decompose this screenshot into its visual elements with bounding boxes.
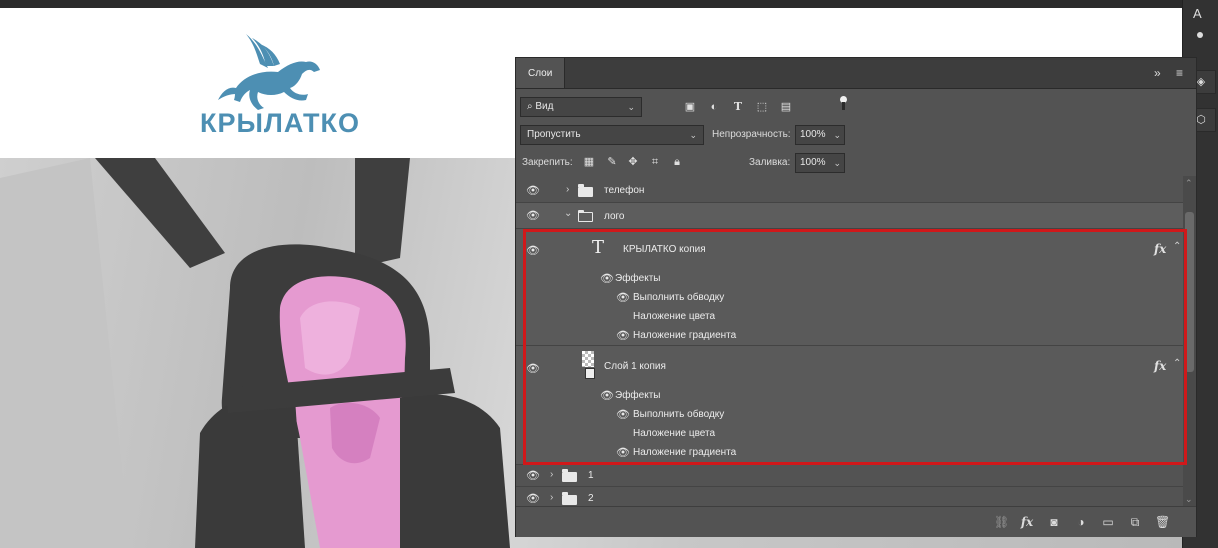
text-layer-thumbnail-icon: T bbox=[592, 237, 605, 258]
layer-name: телефон bbox=[604, 185, 645, 196]
chevron-up-icon[interactable]: ⌃ bbox=[1173, 358, 1181, 369]
layer-row-text[interactable]: 👁︎ T КРЫЛАТКО копия fx ⌃ 👁︎ Эффекты 👁︎ В… bbox=[516, 229, 1183, 346]
add-layer-style-icon[interactable]: fx bbox=[1020, 515, 1034, 529]
filter-pixel-icon[interactable]: ▣ bbox=[683, 100, 697, 114]
effect-gradient-overlay[interactable]: Наложение градиента bbox=[633, 330, 736, 341]
search-icon: ⌕ bbox=[527, 101, 533, 112]
blend-mode-dropdown[interactable]: Пропустить ⌄ bbox=[520, 125, 704, 145]
effect-color-overlay[interactable]: Наложение цвета bbox=[633, 428, 715, 439]
folder-icon bbox=[578, 184, 593, 197]
chevron-right-icon[interactable]: › bbox=[550, 492, 553, 503]
visibility-eye-icon[interactable]: 👁︎ bbox=[526, 364, 540, 375]
chevron-down-icon: ⌄ bbox=[627, 102, 635, 112]
visibility-eye-icon[interactable]: 👁︎ bbox=[526, 471, 540, 482]
effect-stroke[interactable]: Выполнить обводку bbox=[633, 292, 724, 303]
pegasus-logo-icon bbox=[218, 34, 320, 110]
lock-label: Закрепить: bbox=[522, 157, 573, 168]
effects-label: Эффекты bbox=[615, 273, 661, 284]
visibility-eye-icon[interactable]: 👁︎ bbox=[526, 494, 540, 505]
car-seat-image bbox=[0, 158, 510, 548]
panel-menu-icon[interactable]: ≡ bbox=[1176, 66, 1183, 80]
lock-transparency-icon[interactable]: ▦ bbox=[582, 155, 596, 169]
chevron-down-icon: ⌄ bbox=[833, 130, 841, 140]
chevron-up-icon[interactable]: ⌃ bbox=[1173, 241, 1181, 252]
layer-row-phone[interactable]: 👁︎ › телефон bbox=[516, 178, 1183, 203]
visibility-eye-icon[interactable]: 👁︎ bbox=[616, 331, 630, 342]
chevron-down-icon: ⌄ bbox=[833, 158, 841, 168]
scroll-down-icon[interactable]: ⌄ bbox=[1185, 494, 1193, 505]
layer-filter-value: Вид bbox=[535, 101, 554, 112]
folder-icon bbox=[562, 469, 577, 482]
opacity-label: Непрозрачность: bbox=[712, 129, 791, 140]
panel-header: Слои » ≡ bbox=[516, 58, 1196, 89]
effect-gradient-overlay[interactable]: Наложение градиента bbox=[633, 447, 736, 458]
layer-name: 1 bbox=[588, 470, 594, 481]
delete-layer-icon[interactable]: 🗑︎ bbox=[1155, 515, 1170, 529]
layer-name: Слой 1 копия bbox=[604, 361, 666, 372]
visibility-eye-icon[interactable]: 👁︎ bbox=[600, 274, 614, 285]
smart-object-badge-icon bbox=[585, 368, 595, 379]
lock-image-pixels-icon[interactable]: ✎ bbox=[605, 155, 619, 169]
opacity-value: 100% bbox=[800, 129, 826, 140]
tab-layers[interactable]: Слои bbox=[516, 58, 566, 88]
fx-icon[interactable]: fx bbox=[1154, 242, 1166, 256]
filter-smart-object-icon[interactable]: ▤ bbox=[779, 100, 793, 114]
collapse-panel-icon[interactable]: » bbox=[1154, 66, 1161, 80]
folder-icon bbox=[562, 492, 577, 505]
new-group-icon[interactable]: ▭ bbox=[1101, 515, 1115, 529]
new-layer-icon[interactable]: ⧉ bbox=[1128, 515, 1142, 529]
filter-adjustment-icon[interactable]: ◐ bbox=[707, 100, 721, 114]
opacity-field[interactable]: 100% ⌄ bbox=[795, 125, 845, 145]
fill-field[interactable]: 100% ⌄ bbox=[795, 153, 845, 173]
scroll-up-icon[interactable]: ⌃ bbox=[1185, 178, 1193, 189]
lock-all-icon[interactable]: 🔒︎ bbox=[670, 155, 684, 169]
layer-name: КРЫЛАТКО копия bbox=[623, 244, 706, 255]
panel-footer: ⛓︎ fx ◙ ◑ ▭ ⧉ 🗑︎ bbox=[516, 506, 1196, 537]
lock-position-icon[interactable]: ✥ bbox=[626, 155, 640, 169]
visibility-eye-icon[interactable]: 👁︎ bbox=[616, 448, 630, 459]
effect-stroke[interactable]: Выполнить обводку bbox=[633, 409, 724, 420]
layer-name: лого bbox=[604, 211, 625, 222]
filter-shape-icon[interactable]: ⬚ bbox=[755, 100, 769, 114]
visibility-eye-icon[interactable]: 👁︎ bbox=[616, 293, 630, 304]
fx-icon[interactable]: fx bbox=[1154, 359, 1166, 373]
layers-scrollbar[interactable]: ⌃ ⌄ bbox=[1183, 176, 1196, 508]
effect-color-overlay[interactable]: Наложение цвета bbox=[633, 311, 715, 322]
add-mask-icon[interactable]: ◙ bbox=[1047, 515, 1061, 529]
document-top-strip bbox=[0, 0, 1182, 8]
fill-label: Заливка: bbox=[749, 157, 791, 168]
effects-label: Эффекты bbox=[615, 390, 661, 401]
filter-type-icon[interactable]: T bbox=[731, 100, 745, 114]
chevron-down-icon: ⌄ bbox=[689, 130, 697, 140]
layers-panel: Слои » ≡ ⌕ Вид ⌄ ▣ ◐ T ⬚ ▤ Пропустить ⌄ … bbox=[515, 57, 1197, 537]
link-layers-icon[interactable]: ⛓︎ bbox=[994, 515, 1009, 529]
layer-row-group-1[interactable]: 👁︎ › 1 bbox=[516, 465, 1183, 487]
layer-filter-dropdown[interactable]: ⌕ Вид ⌄ bbox=[520, 97, 642, 117]
folder-open-icon bbox=[577, 210, 593, 222]
chevron-right-icon[interactable]: › bbox=[550, 469, 553, 480]
visibility-eye-icon[interactable]: 👁︎ bbox=[526, 186, 540, 197]
filter-toggle-switch[interactable] bbox=[838, 96, 847, 110]
visibility-eye-icon[interactable]: 👁︎ bbox=[526, 211, 540, 222]
chevron-down-icon[interactable]: ⌄ bbox=[564, 208, 572, 219]
logo-text: КРЫЛАТКО bbox=[200, 108, 360, 138]
layer-name: 2 bbox=[588, 493, 594, 504]
chevron-right-icon[interactable]: › bbox=[566, 184, 569, 195]
layers-list: 👁︎ › телефон 👁︎ ⌄ лого 👁︎ T КРЫЛАТКО коп… bbox=[516, 176, 1183, 509]
layer-thumbnail bbox=[582, 351, 594, 367]
strip-label-icon: A bbox=[1193, 6, 1202, 21]
new-adjustment-layer-icon[interactable]: ◑ bbox=[1074, 515, 1088, 529]
fill-value: 100% bbox=[800, 157, 826, 168]
scrollbar-thumb[interactable] bbox=[1185, 212, 1194, 372]
layer-row-image[interactable]: 👁︎ Слой 1 копия fx ⌃ 👁︎ Эффекты 👁︎ Выпол… bbox=[516, 346, 1183, 465]
visibility-eye-icon[interactable]: 👁︎ bbox=[616, 410, 630, 421]
lock-artboard-icon[interactable]: ⌗ bbox=[648, 155, 662, 169]
blend-mode-value: Пропустить bbox=[527, 129, 581, 140]
visibility-eye-icon[interactable]: 👁︎ bbox=[600, 391, 614, 402]
visibility-eye-icon[interactable]: 👁︎ bbox=[526, 246, 540, 257]
strip-dot-icon bbox=[1197, 32, 1203, 38]
layer-row-logo-group[interactable]: 👁︎ ⌄ лого bbox=[516, 203, 1183, 229]
